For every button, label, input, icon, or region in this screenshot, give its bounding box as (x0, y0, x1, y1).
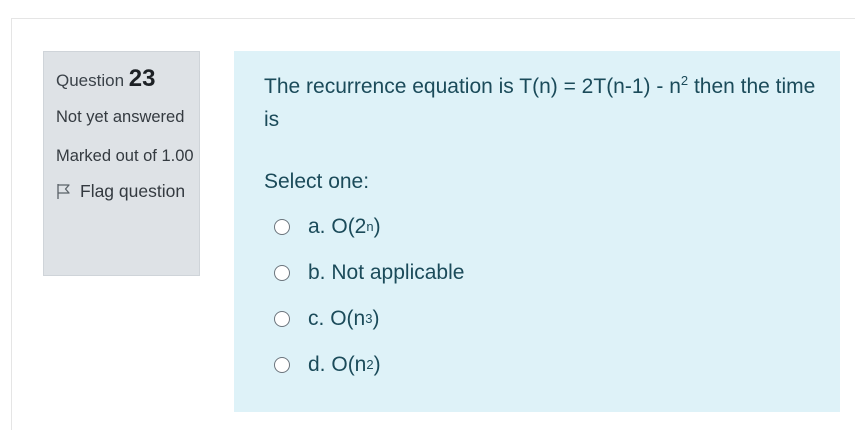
question-text: The recurrence equation is T(n) = 2T(n-1… (264, 70, 820, 136)
answer-option-a[interactable]: a. O(2 n) (264, 204, 820, 250)
option-text: O(n (330, 307, 366, 330)
question-grade: Marked out of 1.00 (56, 147, 194, 165)
option-letter: d. (308, 353, 326, 376)
radio-icon[interactable] (274, 265, 290, 281)
question-info-panel: Question 23 Not yet answered Marked out … (43, 51, 200, 276)
question-content-panel: The recurrence equation is T(n) = 2T(n-1… (234, 51, 840, 412)
option-letter: a. (308, 215, 326, 238)
option-closing: ) (372, 307, 380, 330)
select-prompt: Select one: (264, 170, 370, 193)
option-letter: b. (308, 261, 326, 284)
option-text: O(2 (331, 215, 367, 238)
flag-icon (57, 184, 70, 199)
option-closing: ) (373, 353, 381, 376)
answer-option-c[interactable]: c. O(n 3) (264, 296, 820, 342)
answer-option-b[interactable]: b. Not applicable (264, 250, 820, 296)
radio-icon[interactable] (274, 357, 290, 373)
flag-question-label: Flag question (80, 181, 186, 201)
question-label: Question (56, 71, 125, 90)
radio-icon[interactable] (274, 219, 290, 235)
question-text-before: The recurrence equation is T(n) = 2T(n-1… (264, 75, 681, 98)
answer-options: a. O(2 n) b. Not applicable c. O(n 3) d. O… (264, 204, 820, 388)
flag-question-link[interactable]: Flag question (56, 181, 199, 202)
option-letter: c. (308, 307, 325, 330)
option-text: O(n (331, 353, 367, 376)
option-closing: ) (373, 215, 381, 238)
answer-option-d[interactable]: d. O(n 2) (264, 342, 820, 388)
question-state: Not yet answered (56, 108, 185, 126)
question-number-heading: Question 23 (56, 64, 199, 96)
radio-icon[interactable] (274, 311, 290, 327)
question-number: 23 (128, 65, 156, 92)
option-text: Not applicable (331, 261, 465, 284)
